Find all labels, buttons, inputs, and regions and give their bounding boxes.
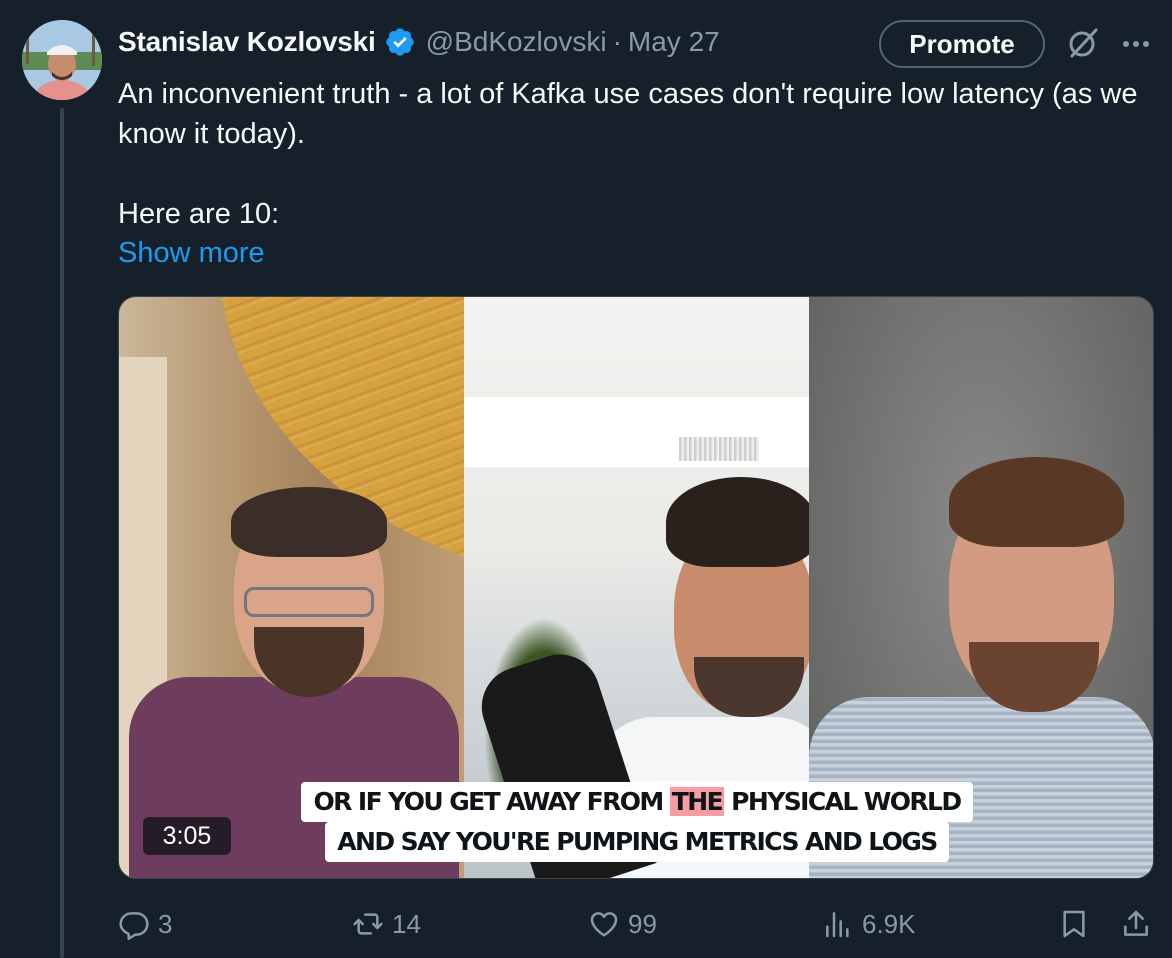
air-vent [679,437,759,461]
promote-button[interactable]: Promote [879,20,1045,68]
reply-count: 3 [158,908,173,939]
repost-button[interactable]: 14 [352,902,421,946]
avatar-photo [22,20,102,100]
video-caption-line2: AND SAY YOU'RE PUMPING METRICS AND LOGS [119,822,1153,862]
bookmark-icon [1063,910,1085,938]
author-name[interactable]: Stanislav Kozlovski [118,26,376,58]
like-button[interactable]: 99 [588,902,657,946]
like-count: 99 [628,908,657,939]
views-count: 6.9K [862,908,916,939]
reply-icon [119,912,149,940]
participant-middle-hair [666,477,809,567]
verified-badge-icon[interactable] [384,26,416,58]
grok-icon[interactable] [1066,26,1100,60]
caption-highlight-word: THE [669,787,725,816]
repost-count: 14 [392,908,421,939]
show-more-link[interactable]: Show more [118,233,265,273]
caption-text-before: OR IF YOU GET AWAY FROM [313,787,670,816]
author-handle[interactable]: @BdKozlovski [426,26,607,58]
views-button[interactable]: 6.9K [822,902,916,946]
video-duration-badge: 3:05 [143,817,231,855]
tweet[interactable]: Stanislav Kozlovski @BdKozlovski · May 2… [0,0,1172,958]
bookmark-button[interactable] [1058,902,1098,946]
video-caption-line1-box: OR IF YOU GET AWAY FROM THE PHYSICAL WOR… [301,782,973,822]
video-caption-line1: OR IF YOU GET AWAY FROM THE PHYSICAL WOR… [119,782,1153,822]
video-caption-line2-box: AND SAY YOU'RE PUMPING METRICS AND LOGS [325,822,949,862]
separator-dot: · [612,26,622,57]
participant-left-hair [231,487,387,557]
participant-right-hair [949,457,1124,547]
analytics-icon [826,912,849,938]
repost-icon [353,913,383,935]
tweet-text-spacer [118,154,1148,194]
participant-middle-beard [694,657,804,717]
caption-text-after: PHYSICAL WORLD [724,787,962,816]
video-player[interactable]: OR IF YOU GET AWAY FROM THE PHYSICAL WOR… [118,296,1154,879]
avatar[interactable] [22,20,102,100]
tweet-header: Stanislav Kozlovski @BdKozlovski · May 2… [118,22,720,62]
tweet-text: An inconvenient truth - a lot of Kafka u… [118,74,1148,234]
tweet-text-line1: An inconvenient truth - a lot of Kafka u… [118,78,1146,150]
heart-icon [590,912,618,937]
thread-line [60,108,64,958]
tweet-text-line2: Here are 10: [118,198,280,230]
share-icon [1124,910,1148,936]
participant-left-glasses [244,587,374,617]
share-button[interactable] [1120,902,1160,946]
tweet-date[interactable]: May 27 [628,26,720,58]
more-horizontal-icon[interactable] [1118,30,1154,58]
action-bar: 3 14 99 6.9K [118,902,1158,946]
reply-button[interactable]: 3 [118,902,172,946]
